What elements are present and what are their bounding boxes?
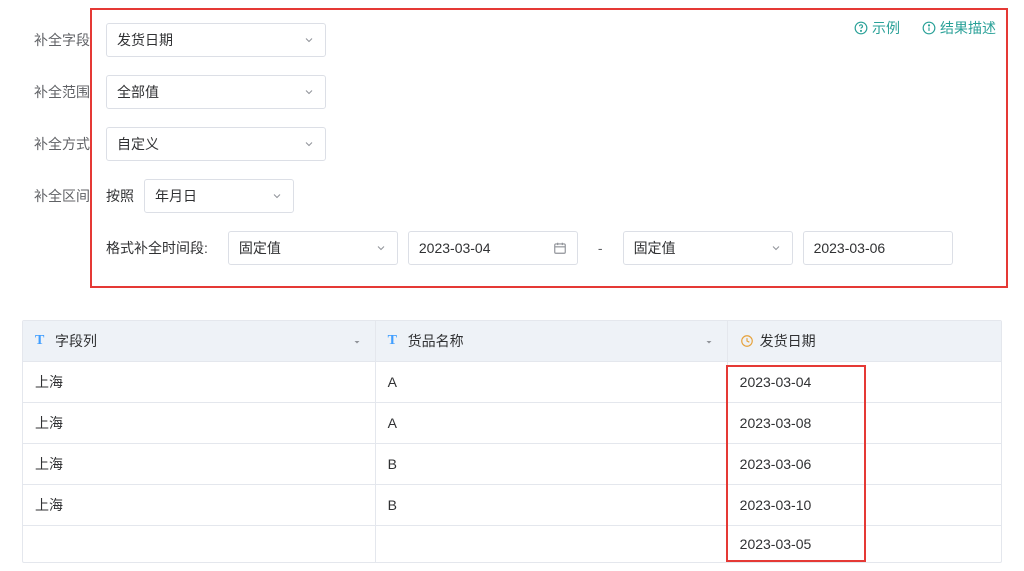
table-header-col2[interactable]: T 货品名称 (375, 321, 727, 362)
scope-select-value: 全部值 (117, 82, 295, 102)
table-header-col1-label: 字段列 (55, 331, 97, 351)
chevron-down-icon (303, 34, 315, 46)
table-header-col3-label: 发货日期 (760, 331, 816, 351)
interval-unit-value: 年月日 (155, 186, 263, 206)
table-header-col2-label: 货品名称 (408, 331, 464, 351)
interval-label: 补全区间 (34, 186, 98, 206)
table-cell: 2023-03-04 (727, 362, 1001, 403)
range-start-date-input[interactable]: 2023-03-04 (408, 231, 578, 265)
caret-down-icon[interactable] (351, 335, 363, 347)
text-type-icon: T (35, 334, 49, 348)
table-row: 上海A2023-03-08 (23, 403, 1001, 444)
range-end-date-value: 2023-03-06 (814, 240, 886, 256)
range-start-date-value: 2023-03-04 (419, 240, 491, 256)
interval-by-label: 按照 (106, 186, 134, 206)
table-cell: B (375, 485, 727, 526)
calendar-icon (553, 241, 567, 255)
interval-unit-select[interactable]: 年月日 (144, 179, 294, 213)
table-cell: 上海 (23, 485, 375, 526)
table-cell: 2023-03-08 (727, 403, 1001, 444)
chevron-down-icon (303, 138, 315, 150)
table-cell: A (375, 362, 727, 403)
range-start-type-select[interactable]: 固定值 (228, 231, 398, 265)
range-end-type-select[interactable]: 固定值 (623, 231, 793, 265)
table-row: 2023-03-05 (23, 526, 1001, 563)
table-cell (23, 526, 375, 563)
range-dash: - (598, 240, 603, 256)
chevron-down-icon (271, 190, 283, 202)
method-select-value: 自定义 (117, 134, 295, 154)
scope-label: 补全范围 (34, 82, 98, 102)
config-panel: 示例 结果描述 补全字段 发货日期 补全范围 全部值 (90, 8, 1008, 288)
table-cell: 上海 (23, 444, 375, 485)
table-row: 上海A2023-03-04 (23, 362, 1001, 403)
range-end-type-value: 固定值 (634, 238, 762, 258)
method-select[interactable]: 自定义 (106, 127, 326, 161)
table-cell: 上海 (23, 362, 375, 403)
table-cell: B (375, 444, 727, 485)
method-label: 补全方式 (34, 134, 98, 154)
clock-icon (740, 334, 754, 348)
table-row: 上海B2023-03-06 (23, 444, 1001, 485)
table-row: 上海B2023-03-10 (23, 485, 1001, 526)
table-cell: A (375, 403, 727, 444)
table-cell: 2023-03-10 (727, 485, 1001, 526)
range-start-type-value: 固定值 (239, 238, 367, 258)
field-select-value: 发货日期 (117, 30, 295, 50)
table-header-col1[interactable]: T 字段列 (23, 321, 375, 362)
chevron-down-icon (375, 242, 387, 254)
table-cell: 2023-03-06 (727, 444, 1001, 485)
table-cell: 上海 (23, 403, 375, 444)
table-header-col3[interactable]: 发货日期 (727, 321, 1001, 362)
field-label: 补全字段 (34, 30, 98, 50)
result-table: T 字段列 T 货品名称 (22, 320, 1002, 563)
table-cell: 2023-03-05 (727, 526, 1001, 563)
scope-select[interactable]: 全部值 (106, 75, 326, 109)
range-end-date-input[interactable]: 2023-03-06 (803, 231, 953, 265)
caret-down-icon[interactable] (703, 335, 715, 347)
format-range-label: 格式补全时间段: (106, 238, 208, 258)
text-type-icon: T (388, 334, 402, 348)
table-cell (375, 526, 727, 563)
chevron-down-icon (303, 86, 315, 98)
chevron-down-icon (770, 242, 782, 254)
field-select[interactable]: 发货日期 (106, 23, 326, 57)
